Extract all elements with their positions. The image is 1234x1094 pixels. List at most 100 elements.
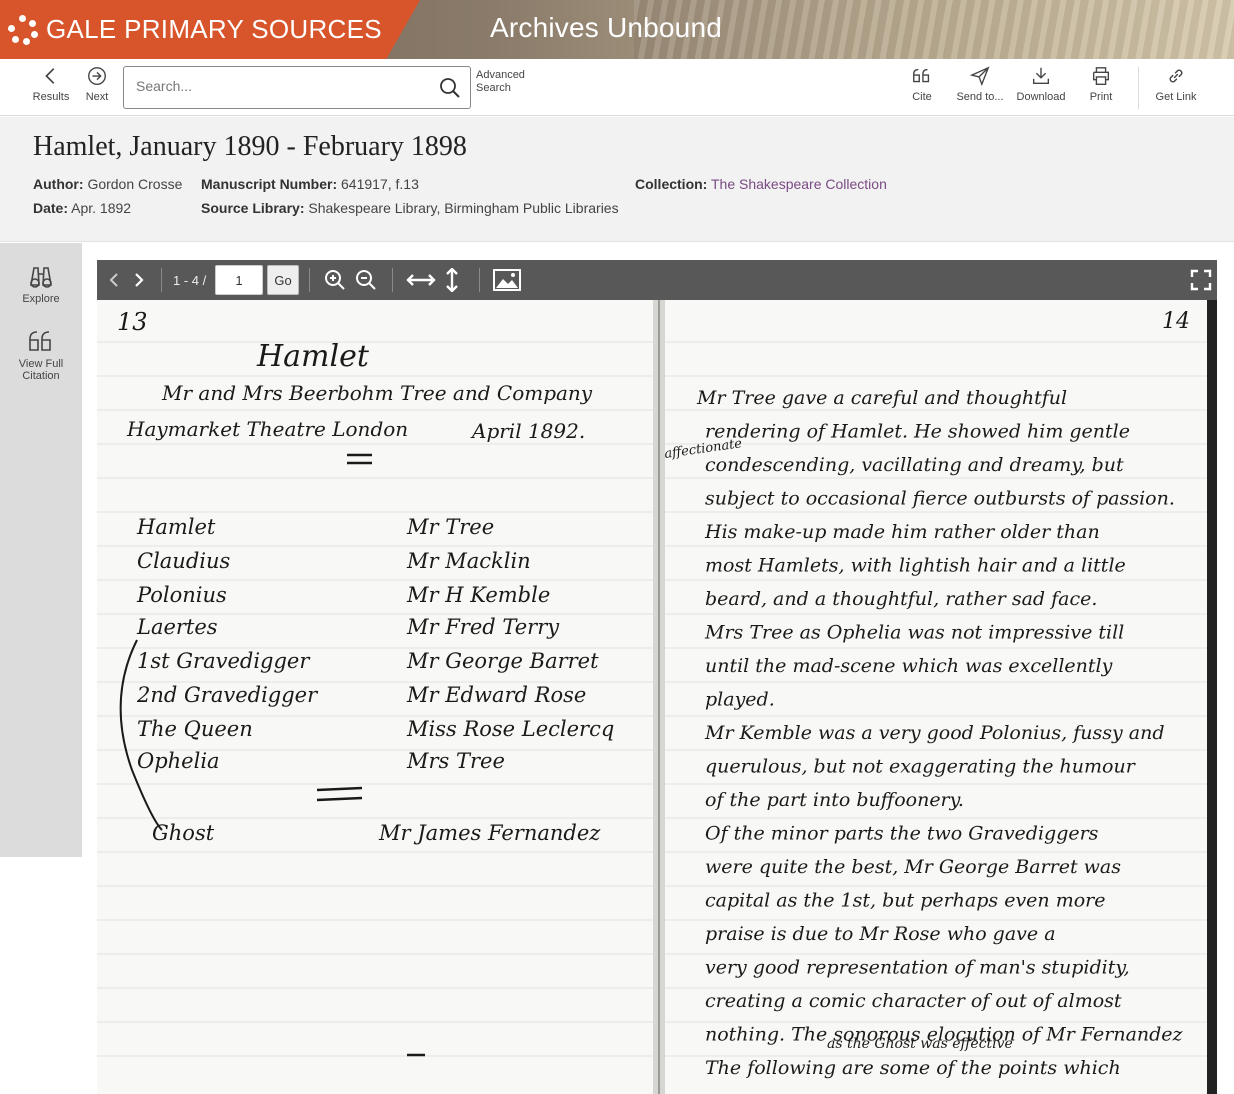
manuscript-line: The following are some of the points whi… [705, 1057, 1121, 1079]
gale-logo-icon [8, 14, 38, 45]
author-label: Author: [33, 176, 84, 192]
manuscript-line: condescending, vacillating and dreamy, b… [705, 454, 1124, 476]
chevron-left-icon[interactable] [102, 268, 126, 292]
collection-link[interactable]: The Shakespeare Collection [711, 176, 887, 192]
date-value: Apr. 1892 [71, 200, 132, 216]
send-to-button[interactable]: Send to... [950, 65, 1010, 103]
cast-actor: Mr Edward Rose [406, 683, 586, 707]
manuscript-line: very good representation of man's stupid… [705, 957, 1130, 979]
manuscript-line: until the mad-scene which was excellentl… [705, 655, 1113, 677]
manuscript-line: most Hamlets, with lightish hair and a l… [705, 555, 1126, 577]
manuscript-line: querulous, but not exaggerating the humo… [705, 756, 1137, 778]
cite-label: Cite [912, 91, 932, 103]
cast-role: Ophelia [137, 749, 220, 773]
right-page-text: Mr Tree gave a careful and thoughtful ren… [696, 387, 1184, 1079]
fit-height-icon[interactable] [440, 268, 464, 292]
source-field: Source Library: Shakespeare Library, Bir… [201, 200, 619, 216]
cast-actor: Mr James Fernandez [378, 821, 601, 845]
manuscript-date-line: April 1892. [470, 419, 585, 443]
manuscript-line: praise is due to Mr Rose who gave a [705, 923, 1056, 945]
document-viewer: 1 - 4 / Go [97, 260, 1217, 1094]
cast-actor: Mr Tree [406, 515, 494, 539]
cast-actor: Mr George Barret [406, 649, 599, 673]
search-input[interactable] [136, 78, 426, 94]
manuscript-line: played. [705, 689, 775, 711]
results-label: Results [32, 91, 70, 103]
get-link-button[interactable]: Get Link [1146, 65, 1206, 103]
chevron-right-icon[interactable] [127, 268, 151, 292]
arrow-right-circle-icon [88, 67, 106, 85]
toolbar: Results Next Advanced Search Cite Send t… [0, 59, 1234, 116]
explore-button[interactable]: Explore [0, 263, 82, 305]
banner-background-image [634, 0, 1234, 59]
right-page-number: 14 [1162, 309, 1190, 334]
manuscript-field: Manuscript Number: 641917, f.13 [201, 176, 419, 192]
cast-role: Ghost [152, 821, 215, 845]
fit-width-icon[interactable] [405, 268, 437, 292]
manuscript-line: beard, and a thoughtful, rather sad face… [705, 588, 1097, 610]
author-value: Gordon Crosse [87, 176, 183, 192]
document-title: Hamlet, January 1890 - February 1898 [33, 131, 467, 162]
quote-icon [913, 68, 930, 83]
next-label: Next [85, 91, 109, 103]
viewer-sidebar: Explore View Full Citation [0, 243, 82, 857]
download-button[interactable]: Download [1011, 65, 1071, 103]
cast-role: The Queen [137, 717, 253, 741]
ghost-note: as the Ghost was effective [827, 1036, 1013, 1052]
manuscript-line: Of the minor parts the two Gravediggers [705, 823, 1099, 845]
manuscript-theatre: Haymarket Theatre London [126, 417, 408, 441]
download-icon [1032, 67, 1050, 85]
manuscript-line: Mr Kemble was a very good Polonius, fuss… [704, 722, 1165, 744]
left-page-number: 13 [117, 308, 148, 336]
cast-actor: Mrs Tree [406, 749, 505, 773]
zoom-out-icon[interactable] [354, 268, 378, 292]
search-icon[interactable] [438, 76, 462, 100]
send-to-label: Send to... [956, 91, 1004, 103]
view-citation-label: View Full Citation [18, 358, 64, 382]
fullscreen-icon[interactable] [1190, 268, 1212, 292]
quote-icon [29, 331, 51, 351]
manuscript-heading: Hamlet [256, 339, 370, 374]
viewer-divider [479, 268, 480, 292]
view-citation-button[interactable]: View Full Citation [0, 328, 82, 382]
cast-role: Claudius [137, 549, 231, 573]
brand-name: GALE PRIMARY SOURCES [46, 14, 382, 44]
cast-role: Polonius [136, 583, 227, 607]
page-number-input[interactable] [215, 265, 263, 295]
printer-icon [1092, 67, 1110, 85]
manuscript-company: Mr and Mrs Beerbohm Tree and Company [161, 381, 593, 405]
go-button[interactable]: Go [267, 265, 299, 295]
viewer-toolbar: 1 - 4 / Go [97, 260, 1217, 300]
search-box [123, 66, 471, 109]
chevron-left-icon [45, 68, 55, 84]
manuscript-line: capital as the 1st, but perhaps even mor… [705, 890, 1105, 912]
header-banner: GALE PRIMARY SOURCES Archives Unbound [0, 0, 1234, 59]
cast-role: 1st Gravedigger [137, 649, 311, 673]
document-metadata: Hamlet, January 1890 - February 1898 Aut… [0, 117, 1234, 242]
cast-actor: Mr Macklin [406, 549, 531, 573]
link-icon [1169, 69, 1183, 83]
cast-role: Hamlet [136, 515, 216, 539]
advanced-search-link[interactable]: Advanced Search [476, 69, 536, 95]
binoculars-icon [30, 267, 52, 288]
page-count: 1 - 4 / [173, 273, 207, 288]
date-label: Date: [33, 200, 69, 216]
manuscript-line: His make-up made him rather older than [704, 521, 1100, 543]
image-icon[interactable] [493, 268, 521, 292]
manuscript-page-image[interactable]: 13 Hamlet Mr and Mrs Beerbohm Tree and C… [97, 300, 1217, 1094]
next-button[interactable]: Next [67, 65, 127, 103]
collection-label: Collection: [635, 176, 708, 192]
zoom-in-icon[interactable] [323, 268, 347, 292]
print-label: Print [1089, 91, 1113, 103]
collection-field: Collection: The Shakespeare Collection [635, 176, 887, 192]
get-link-label: Get Link [1155, 91, 1197, 103]
brand-logo-link[interactable]: GALE PRIMARY SOURCES [0, 0, 420, 59]
cast-actor: Mr Fred Terry [406, 615, 560, 639]
date-field: Date: Apr. 1892 [33, 200, 131, 216]
manuscript-line: subject to occasional fierce outbursts o… [705, 488, 1175, 510]
cite-button[interactable]: Cite [892, 65, 952, 103]
manuscript-label: Manuscript Number: [201, 176, 338, 192]
cast-role: Laertes [136, 615, 218, 639]
source-value: Shakespeare Library, Birmingham Public L… [308, 200, 619, 216]
print-button[interactable]: Print [1071, 65, 1131, 103]
